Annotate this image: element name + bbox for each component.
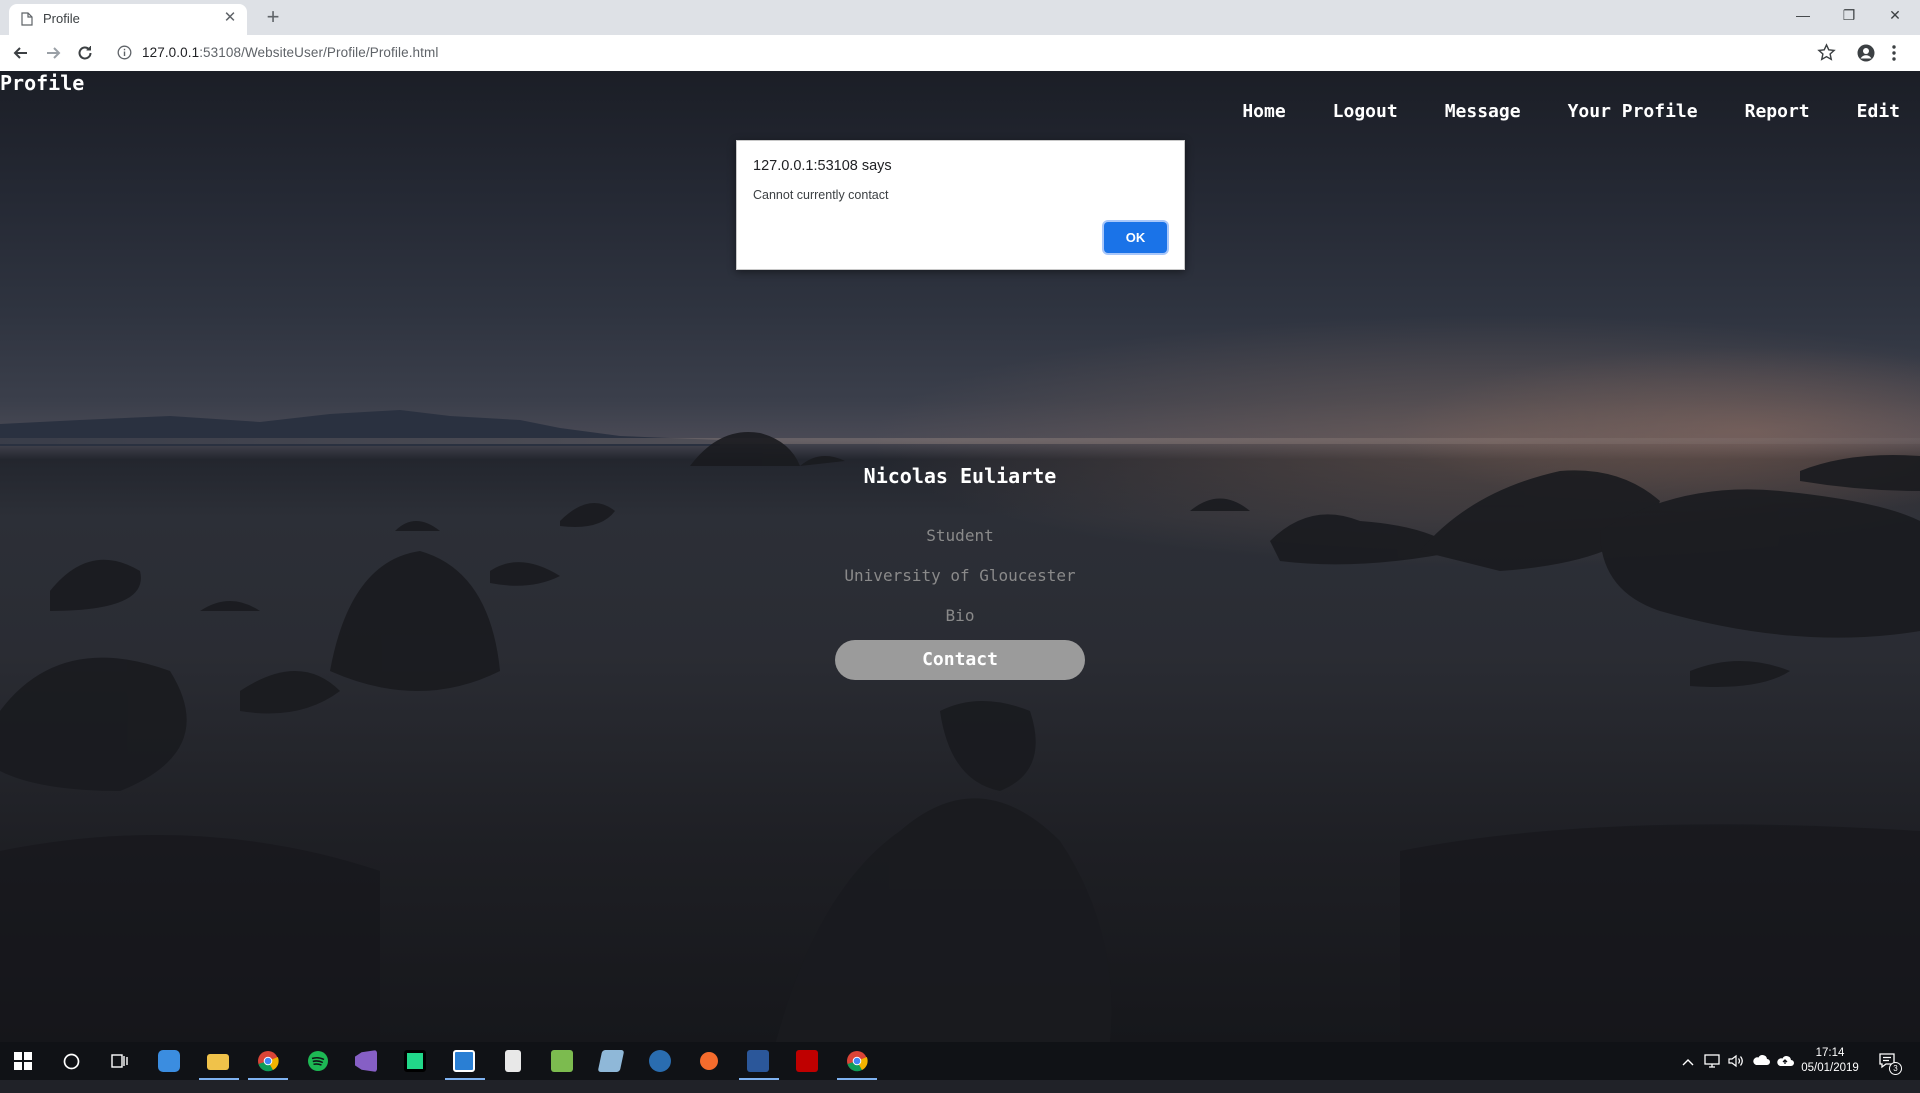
alert-dialog: 127.0.0.1:53108 says Cannot currently co… xyxy=(736,140,1185,270)
browser-tab[interactable]: Profile ✕ xyxy=(9,4,247,35)
minimize-icon[interactable]: — xyxy=(1780,0,1826,30)
dialog-ok-button[interactable]: OK xyxy=(1104,222,1167,253)
bookmark-star-icon[interactable] xyxy=(1817,43,1836,67)
nav-your-profile-link[interactable]: Your Profile xyxy=(1568,101,1698,122)
spotify-icon[interactable] xyxy=(294,1042,342,1080)
tab-close-icon[interactable]: ✕ xyxy=(221,9,239,27)
task-view-icon[interactable] xyxy=(96,1042,144,1080)
steam-icon[interactable] xyxy=(637,1042,685,1080)
edit-icon[interactable] xyxy=(588,1042,636,1080)
visual-studio-icon[interactable] xyxy=(343,1042,391,1080)
file-explorer-icon[interactable] xyxy=(195,1042,243,1080)
tray-chevron-icon[interactable] xyxy=(1682,1055,1694,1093)
profile-card: Nicolas Euliarte Student University of G… xyxy=(760,464,1160,680)
dialog-message: Cannot currently contact xyxy=(753,188,889,202)
contact-button[interactable]: Contact xyxy=(835,640,1085,680)
search-icon[interactable] xyxy=(48,1042,96,1080)
filezilla-icon[interactable] xyxy=(784,1042,832,1080)
nav-logout-link[interactable]: Logout xyxy=(1333,101,1398,122)
page-icon xyxy=(21,12,33,31)
app-icon[interactable] xyxy=(441,1042,489,1080)
profile-role: Student xyxy=(926,526,994,545)
notification-center-icon[interactable]: 3 xyxy=(1878,1052,1902,1090)
profile-university: University of Gloucester xyxy=(844,566,1076,585)
close-window-icon[interactable]: ✕ xyxy=(1872,0,1918,30)
clock-date: 05/01/2019 xyxy=(1801,1062,1859,1074)
account-icon[interactable] xyxy=(1856,43,1876,68)
spreadsheet-icon[interactable] xyxy=(539,1042,587,1080)
tab-title: Profile xyxy=(43,11,80,26)
info-icon[interactable] xyxy=(117,45,132,65)
nav-report-link[interactable]: Report xyxy=(1745,101,1810,122)
nav-message-link[interactable]: Message xyxy=(1445,101,1521,122)
word-icon[interactable] xyxy=(735,1042,783,1080)
menu-kebab-icon[interactable] xyxy=(1891,43,1897,68)
forward-icon[interactable] xyxy=(43,43,63,63)
origin-icon[interactable] xyxy=(686,1042,734,1080)
start-icon[interactable] xyxy=(0,1042,48,1080)
url-host: 127.0.0.1 xyxy=(142,45,200,60)
dialog-title: 127.0.0.1:53108 says xyxy=(753,158,892,174)
store-icon[interactable] xyxy=(146,1042,194,1080)
url-path: :53108/WebsiteUser/Profile/Profile.html xyxy=(199,45,439,60)
taskbar-clock[interactable]: 17:14 05/01/2019 xyxy=(1790,1046,1870,1076)
restore-icon[interactable]: ❐ xyxy=(1826,0,1872,30)
site-title: Profile xyxy=(0,71,85,95)
address-bar[interactable]: 127.0.0.1:53108/WebsiteUser/Profile/Prof… xyxy=(109,38,1779,68)
back-icon[interactable] xyxy=(11,43,31,63)
browser-tabstrip: Profile ✕ + — ❐ ✕ xyxy=(0,0,1920,35)
network-icon[interactable] xyxy=(1704,1054,1720,1092)
profile-name: Nicolas Euliarte xyxy=(863,464,1057,488)
notification-badge: 3 xyxy=(1889,1062,1902,1075)
page-background: Profile Home Logout Message Your Profile… xyxy=(0,71,1920,1042)
url-text: 127.0.0.1:53108/WebsiteUser/Profile/Prof… xyxy=(142,45,438,60)
new-tab-button[interactable]: + xyxy=(262,6,284,28)
onedrive-icon[interactable] xyxy=(1752,1054,1770,1092)
profile-bio: Bio xyxy=(945,606,975,625)
nav-home-link[interactable]: Home xyxy=(1242,101,1285,122)
nav-edit-link[interactable]: Edit xyxy=(1857,101,1900,122)
reload-icon[interactable] xyxy=(75,43,95,63)
pycharm-icon[interactable] xyxy=(392,1042,440,1080)
browser-toolbar: 127.0.0.1:53108/WebsiteUser/Profile/Prof… xyxy=(0,35,1920,72)
volume-icon[interactable] xyxy=(1728,1054,1744,1092)
chrome-icon-2[interactable] xyxy=(833,1042,881,1080)
notepad-icon[interactable] xyxy=(490,1042,538,1080)
main-nav: Home Logout Message Your Profile Report … xyxy=(1195,101,1900,122)
taskbar: 17:14 05/01/2019 3 xyxy=(0,1042,1920,1080)
chrome-icon[interactable] xyxy=(244,1042,292,1080)
clock-time: 17:14 xyxy=(1815,1047,1845,1059)
